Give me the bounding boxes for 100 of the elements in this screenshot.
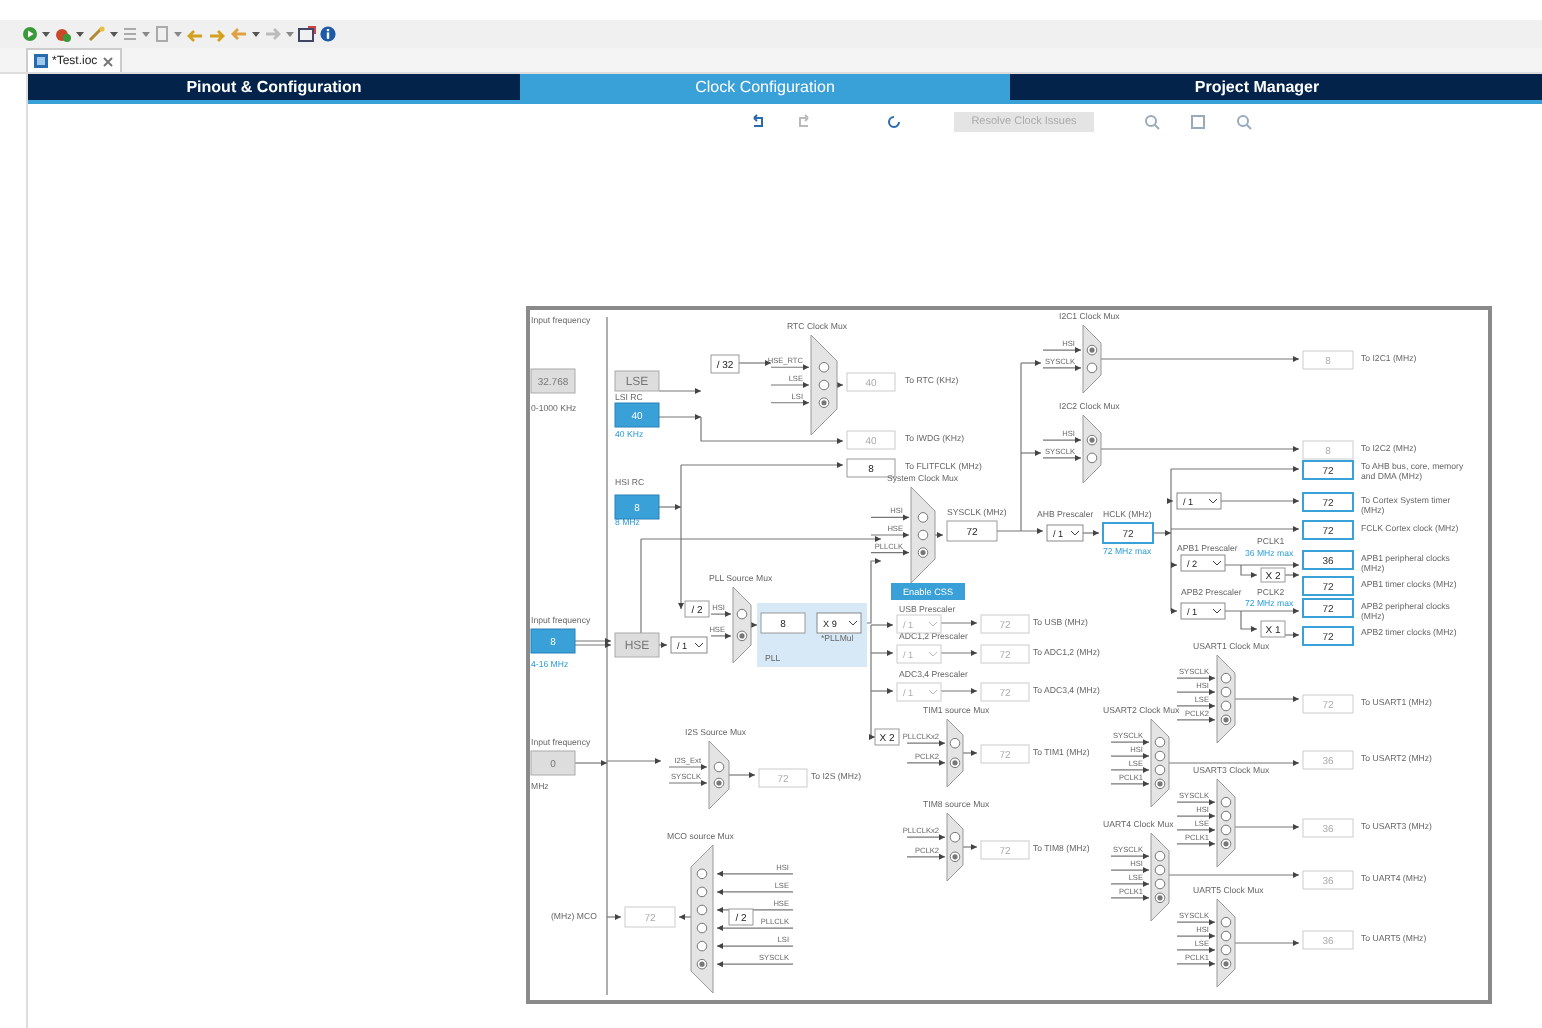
connector-arrow	[940, 650, 978, 656]
connector-arrow	[1170, 608, 1178, 614]
connector-arrow	[716, 870, 794, 877]
radio-button[interactable]	[949, 737, 961, 749]
radio-button[interactable]	[818, 379, 830, 391]
radio-button[interactable]	[713, 777, 725, 789]
wand-icon[interactable]	[88, 26, 106, 42]
connector-arrow	[658, 388, 702, 394]
connector-arrow	[1168, 872, 1300, 878]
radio-button[interactable]	[1220, 686, 1232, 698]
radio-button[interactable]	[917, 529, 929, 541]
connector-arrow	[1176, 840, 1216, 847]
connector-arrow	[996, 528, 1044, 534]
run-icon[interactable]	[22, 26, 38, 42]
radio-button[interactable]	[1220, 944, 1232, 956]
tab[interactable]: Pinout & Configuration	[28, 74, 520, 100]
undo-icon[interactable]	[750, 114, 766, 130]
connector-arrow	[1176, 675, 1216, 682]
radio-button[interactable]	[696, 940, 708, 952]
connector-arrow	[1176, 716, 1216, 723]
connector-arrow	[1176, 933, 1216, 940]
connector-arrow	[906, 853, 946, 860]
radio-button[interactable]	[1154, 750, 1166, 762]
radio-button[interactable]	[1154, 864, 1166, 876]
close-icon[interactable]	[101, 55, 114, 67]
radio-button[interactable]	[1220, 930, 1232, 942]
bug-icon[interactable]	[54, 26, 72, 42]
connector-arrow	[906, 834, 946, 841]
radio-button[interactable]	[1086, 362, 1098, 374]
radio-button[interactable]	[818, 361, 830, 373]
connector-arrow	[1234, 824, 1300, 830]
radio-button[interactable]	[696, 868, 708, 880]
radio-button[interactable]	[1220, 824, 1232, 836]
forward-arrow-icon[interactable]	[208, 26, 226, 42]
connector-arrow	[728, 772, 756, 778]
connector-arrow	[1176, 702, 1216, 709]
radio-button[interactable]	[1220, 810, 1232, 822]
connector-arrow	[1176, 813, 1216, 820]
radio-button[interactable]	[1220, 700, 1232, 712]
connector-arrow	[1284, 632, 1300, 638]
radio-button[interactable]	[1154, 892, 1166, 904]
radio-button[interactable]	[1220, 916, 1232, 928]
radio-button[interactable]	[736, 630, 748, 642]
connector-arrow	[1220, 498, 1300, 504]
radio-button[interactable]	[1086, 344, 1098, 356]
radio-button[interactable]	[1154, 878, 1166, 890]
radio-button[interactable]	[696, 904, 708, 916]
radio-button[interactable]	[1154, 850, 1166, 862]
connector-arrow	[1168, 760, 1300, 766]
fit-icon[interactable]	[1190, 114, 1206, 130]
connector-arrow	[1110, 853, 1150, 860]
connector-arrow	[716, 888, 794, 895]
multiplexer	[810, 334, 838, 436]
connector-arrow	[1110, 894, 1150, 901]
tab[interactable]: Project Manager	[1010, 74, 1504, 100]
connector-arrow	[940, 688, 978, 694]
connector-arrow	[1176, 946, 1216, 953]
window-icon[interactable]	[298, 26, 316, 42]
radio-button[interactable]	[1220, 672, 1232, 684]
radio-button[interactable]	[1154, 736, 1166, 748]
radio-button[interactable]	[1086, 452, 1098, 464]
radio-button[interactable]	[917, 547, 929, 558]
radio-button[interactable]	[1220, 714, 1232, 726]
connector-arrow	[1176, 919, 1216, 926]
radio-button[interactable]	[917, 512, 929, 523]
connector-arrow	[1176, 826, 1216, 833]
connector-arrow	[962, 750, 978, 756]
radio-button[interactable]	[696, 886, 708, 898]
zoom-out-icon[interactable]	[1236, 114, 1252, 130]
connector-arrow	[940, 620, 978, 626]
radio-button[interactable]	[1220, 796, 1232, 808]
radio-button[interactable]	[713, 761, 725, 773]
radio-button[interactable]	[949, 851, 961, 863]
radio-button[interactable]	[818, 397, 830, 409]
radio-button[interactable]	[1086, 434, 1098, 446]
radio-button[interactable]	[696, 922, 708, 934]
radio-button[interactable]	[1154, 778, 1166, 790]
connector-arrow	[1110, 753, 1150, 760]
radio-button[interactable]	[696, 958, 708, 970]
radio-button[interactable]	[949, 757, 961, 769]
radio-button[interactable]	[736, 608, 748, 620]
tab[interactable]: Clock Configuration	[520, 74, 1010, 100]
connector-arrow	[710, 632, 732, 639]
connector-arrow	[1170, 562, 1178, 568]
connector-arrow	[668, 764, 708, 770]
info-icon[interactable]	[320, 26, 336, 42]
radio-button[interactable]	[1154, 764, 1166, 776]
radio-button[interactable]	[1220, 958, 1232, 970]
radio-button[interactable]	[949, 831, 961, 843]
document-icon[interactable]	[154, 26, 170, 42]
connector-arrow	[1234, 940, 1300, 946]
connector-arrow	[770, 399, 810, 406]
zoom-in-icon[interactable]	[1144, 114, 1160, 130]
back-arrow-icon[interactable]	[186, 26, 204, 42]
connector-arrow	[1284, 572, 1300, 578]
tab-bar-end	[1504, 74, 1542, 100]
connector-arrow	[1170, 466, 1300, 472]
connector-arrow	[678, 914, 692, 920]
radio-button[interactable]	[1220, 838, 1232, 850]
refresh-icon[interactable]	[886, 114, 902, 130]
